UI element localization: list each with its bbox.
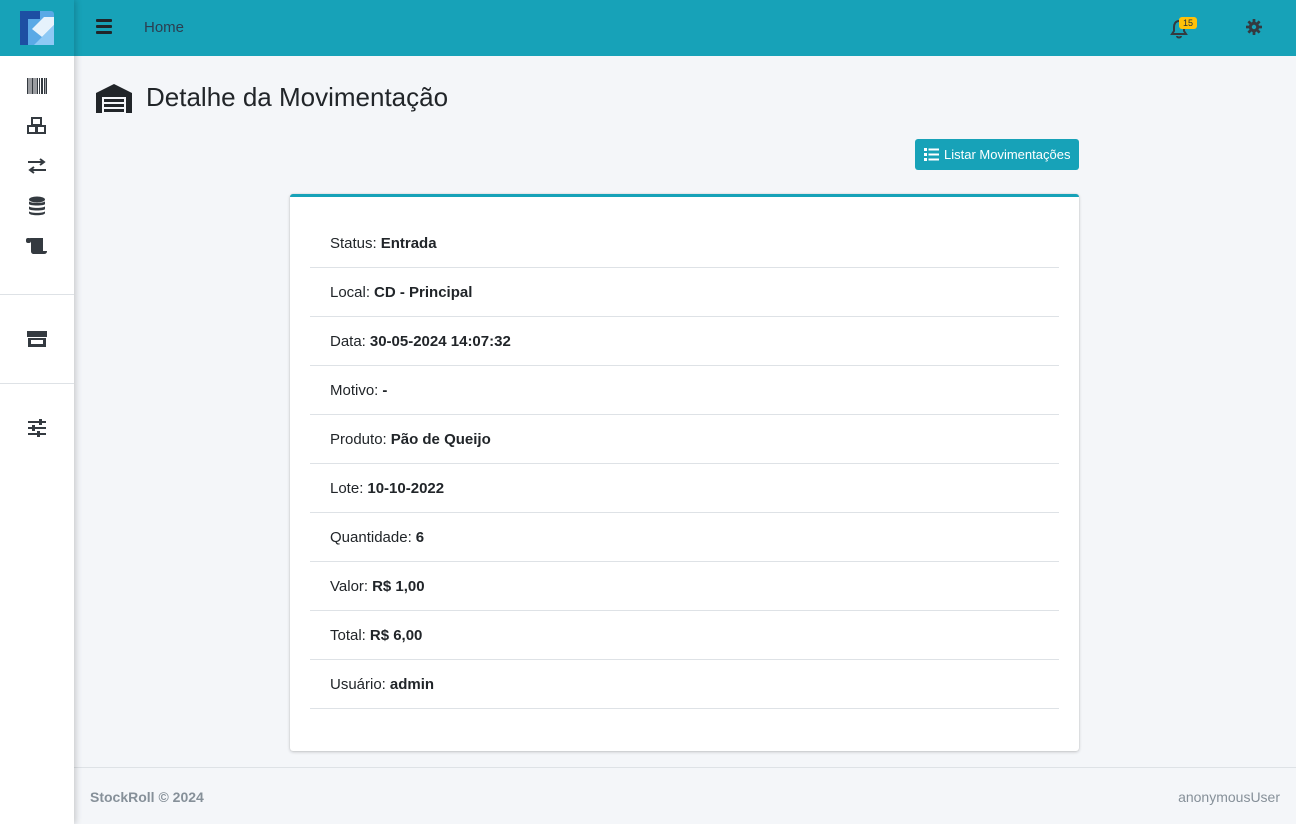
detail-row-total: Total: R$ 6,00 bbox=[310, 611, 1059, 660]
detail-label: Status: bbox=[330, 234, 377, 252]
footer: StockRoll © 2024 anonymousUser bbox=[74, 767, 1296, 824]
barcode-icon bbox=[27, 78, 47, 94]
detail-value: 30-05-2024 14:07:32 bbox=[369, 332, 511, 350]
home-link[interactable]: Home bbox=[144, 19, 184, 36]
page-header: Detalhe da Movimentação bbox=[96, 82, 448, 113]
brand-logo[interactable] bbox=[0, 0, 74, 56]
app-logo-icon bbox=[20, 11, 54, 45]
detail-label: Valor: bbox=[330, 577, 369, 595]
detail-label: Produto: bbox=[330, 430, 387, 448]
scroll-icon bbox=[26, 238, 47, 254]
detail-value: - bbox=[382, 381, 388, 399]
detail-value: 6 bbox=[415, 528, 425, 546]
detail-row-motivo: Motivo: - bbox=[310, 366, 1059, 415]
detail-row-valor: Valor: R$ 1,00 bbox=[310, 562, 1059, 611]
sliders-icon bbox=[28, 419, 46, 437]
list-icon bbox=[924, 148, 939, 161]
detail-value: CD - Principal bbox=[374, 283, 473, 301]
sidebar-item-scroll[interactable] bbox=[0, 226, 74, 266]
sidebar bbox=[0, 0, 74, 824]
exchange-arrows-icon bbox=[28, 158, 46, 174]
detail-row-status: Status: Entrada bbox=[310, 219, 1059, 268]
movement-detail-card: Status: Entrada Local: CD - Principal Da… bbox=[290, 194, 1079, 751]
detail-value: 10-10-2022 bbox=[367, 479, 445, 497]
detail-label: Lote: bbox=[330, 479, 364, 497]
detail-list: Status: Entrada Local: CD - Principal Da… bbox=[310, 219, 1059, 709]
detail-row-local: Local: CD - Principal bbox=[310, 268, 1059, 317]
footer-copyright: StockRoll © 2024 bbox=[90, 789, 204, 805]
detail-row-usuario: Usuário: admin bbox=[310, 660, 1059, 709]
sidebar-item-barcode[interactable] bbox=[0, 66, 74, 106]
sidebar-item-boxes[interactable] bbox=[0, 106, 74, 146]
page-title: Detalhe da Movimentação bbox=[146, 82, 449, 112]
sidebar-item-settings[interactable] bbox=[0, 408, 74, 448]
detail-label: Motivo: bbox=[330, 381, 379, 399]
sidebar-item-movements[interactable] bbox=[0, 146, 74, 186]
detail-row-lote: Lote: 10-10-2022 bbox=[310, 464, 1059, 513]
detail-row-produto: Produto: Pão de Queijo bbox=[310, 415, 1059, 464]
database-icon bbox=[29, 196, 45, 216]
store-icon bbox=[27, 331, 47, 347]
detail-label: Quantidade: bbox=[330, 528, 412, 546]
detail-value: R$ 1,00 bbox=[372, 577, 425, 595]
detail-label: Data: bbox=[330, 332, 366, 350]
list-movements-button[interactable]: Listar Movimentações bbox=[915, 139, 1080, 170]
gear-icon[interactable] bbox=[1246, 19, 1262, 35]
boxes-icon bbox=[27, 117, 46, 134]
hamburger-menu-icon[interactable] bbox=[96, 19, 112, 37]
detail-label: Local: bbox=[330, 283, 371, 301]
sidebar-item-store[interactable] bbox=[0, 319, 74, 359]
detail-value: Pão de Queijo bbox=[390, 430, 491, 448]
list-movements-label: Listar Movimentações bbox=[944, 147, 1071, 162]
detail-label: Total: bbox=[330, 626, 366, 644]
footer-user: anonymousUser bbox=[1178, 789, 1280, 805]
top-navbar: Home 15 bbox=[74, 0, 1296, 56]
detail-row-quantidade: Quantidade: 6 bbox=[310, 513, 1059, 562]
detail-label: Usuário: bbox=[330, 675, 386, 693]
sidebar-item-database[interactable] bbox=[0, 186, 74, 226]
detail-row-data: Data: 30-05-2024 14:07:32 bbox=[310, 317, 1059, 366]
detail-value: Entrada bbox=[380, 234, 437, 252]
detail-value: R$ 6,00 bbox=[369, 626, 423, 644]
notification-count-badge: 15 bbox=[1179, 17, 1198, 29]
detail-value: admin bbox=[389, 675, 435, 693]
warehouse-icon bbox=[96, 83, 132, 113]
